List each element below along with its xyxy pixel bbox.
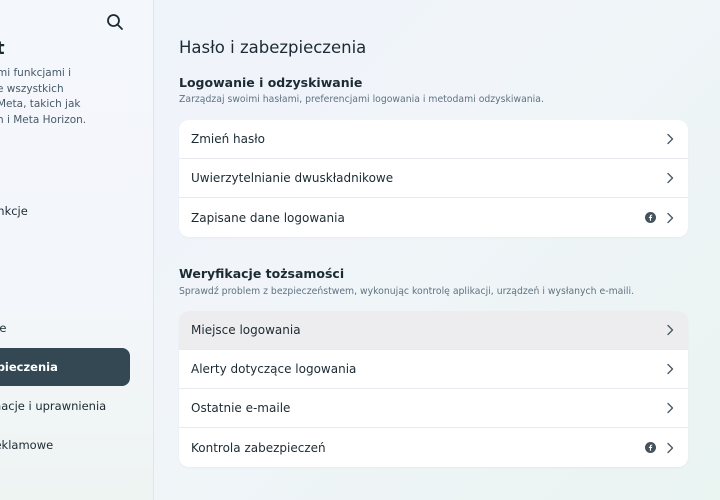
- row-label: Zapisane dane logowania: [191, 210, 345, 225]
- sidebar-item-permissions[interactable]: macje i uprawnienia: [0, 387, 128, 425]
- section-description-login: Zarządzaj swoimi hasłami, preferencjami …: [179, 94, 544, 105]
- chevron-right-icon: [666, 363, 674, 375]
- section-title-identity: Weryfikacje tożsamości: [179, 266, 345, 281]
- sidebar-description: mi funkcjami i e wszystkich Meta, takich…: [0, 66, 153, 128]
- chevron-right-icon: [666, 172, 674, 184]
- chevron-right-icon: [666, 324, 674, 336]
- sidebar-item-label: zpieczenia: [0, 360, 58, 374]
- page-title: Hasło i zabezpieczenia: [179, 38, 367, 57]
- row-label: Alerty dotyczące logowania: [191, 362, 357, 376]
- sidebar-description-line: Meta, takich jak: [0, 98, 81, 110]
- sidebar-item-ad-preferences[interactable]: reklamowe: [0, 426, 128, 464]
- sidebar-item-security[interactable]: zpieczenia: [0, 348, 130, 386]
- chevron-right-icon: [666, 133, 674, 145]
- sidebar-description-line: mi funkcjami i: [0, 67, 72, 79]
- chevron-right-icon: [666, 212, 674, 224]
- change-password-row[interactable]: Zmień hasło: [179, 120, 688, 159]
- sidebar-item-label: we: [0, 321, 7, 335]
- saved-login-row[interactable]: Zapisane dane logowania: [179, 198, 688, 237]
- sidebar-item-personal[interactable]: we: [0, 309, 128, 347]
- facebook-icon: [645, 212, 656, 223]
- recent-emails-row[interactable]: Ostatnie e-maile: [179, 389, 688, 428]
- login-alerts-row[interactable]: Alerty dotyczące logowania: [179, 350, 688, 389]
- row-label: Miejsce logowania: [191, 323, 301, 337]
- sidebar-item-features[interactable]: unkcje: [0, 192, 128, 230]
- sidebar-description-line: e wszystkich: [0, 82, 64, 95]
- row-label: Uwierzytelnianie dwuskładnikowe: [191, 171, 394, 185]
- sidebar-item-label: unkcje: [0, 204, 28, 218]
- sidebar-item-label: macje i uprawnienia: [0, 399, 107, 413]
- sidebar: t mi funkcjami i e wszystkich Meta, taki…: [0, 0, 154, 500]
- sidebar-title: t: [0, 38, 5, 59]
- sidebar-item-label: reklamowe: [0, 438, 54, 452]
- sidebar-description-line: n i Meta Horizon.: [0, 113, 87, 126]
- facebook-icon: [645, 442, 656, 453]
- login-recovery-card: Zmień hasło Uwierzytelnianie dwuskładnik…: [179, 120, 688, 237]
- chevron-right-icon: [666, 402, 674, 414]
- row-label: Zmień hasło: [191, 132, 266, 146]
- security-checkup-row[interactable]: Kontrola zabezpieczeń: [179, 428, 688, 467]
- two-factor-auth-row[interactable]: Uwierzytelnianie dwuskładnikowe: [179, 159, 688, 198]
- search-icon: [107, 14, 123, 30]
- identity-checks-card: Miejsce logowania Alerty dotyczące logow…: [179, 311, 688, 467]
- section-description-identity: Sprawdź problem z bezpieczeństwem, wykon…: [179, 286, 635, 297]
- row-label: Ostatnie e-maile: [191, 401, 291, 415]
- search-button[interactable]: [103, 10, 127, 34]
- chevron-right-icon: [666, 442, 674, 454]
- section-title-login: Logowanie i odzyskiwanie: [179, 75, 363, 90]
- row-label: Kontrola zabezpieczeń: [191, 440, 326, 455]
- login-location-row[interactable]: Miejsce logowania: [179, 311, 688, 350]
